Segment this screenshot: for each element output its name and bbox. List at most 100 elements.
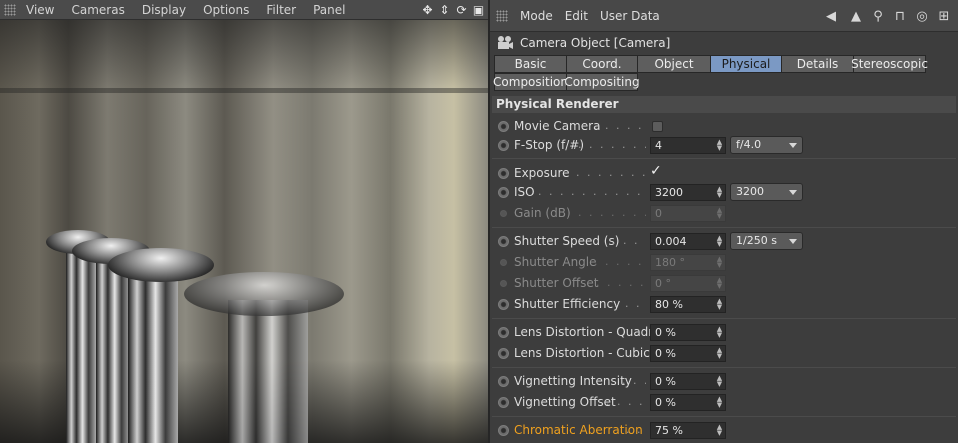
spinner-icon: ▲ ▼ [716,276,723,290]
tab-object[interactable]: Object [637,55,711,73]
animation-dot-icon[interactable] [498,236,509,247]
fstop-input[interactable]: 4 ▲ ▼ [650,137,726,154]
section-title: Physical Renderer [492,96,956,113]
param-shutter-speed: Shutter Speed (s) . . . . . . 0.004 ▲▼ 1/… [490,231,958,252]
rotate-icon[interactable]: ⟳ [454,2,469,17]
render-view[interactable] [0,20,488,443]
divider [492,416,956,417]
field-value: 0 % [655,326,676,339]
render-pin-head [108,248,214,282]
animation-dot-icon[interactable] [498,121,509,132]
new-panel-icon[interactable]: ⊞ [936,8,952,24]
lens-cubic-input[interactable]: 0 % ▲ ▼ [650,345,726,362]
movie-camera-checkbox[interactable] [652,121,663,132]
param-label: Exposure [514,166,570,180]
search-icon[interactable]: ⚲ [870,8,886,24]
shutter-efficiency-input[interactable]: 80 % ▲ ▼ [650,296,726,313]
leader-dots: . . . . . . . . . . . . . [578,206,646,219]
tab-details[interactable]: Details [781,55,854,73]
animation-dot-icon [500,259,507,266]
spinner-icon[interactable]: ▲ ▼ [716,375,723,388]
spinner-icon[interactable]: ▲ ▼ [716,424,723,437]
menu-cameras[interactable]: Cameras [71,3,124,17]
param-label: Chromatic Aberration [514,423,643,437]
leader-dots: . . . . . . . . . . . . . [578,138,646,151]
param-gain: Gain (dB) . . . . . . . . . . . . . 0 ▲▼ [490,203,958,224]
spinner-icon[interactable]: ▲ ▼ [716,235,723,248]
vignetting-offset-input[interactable]: 0 % ▲ ▼ [650,394,726,411]
chevron-down-icon [789,143,797,148]
animation-dot-icon[interactable] [498,425,509,436]
tab-basic[interactable]: Basic [494,55,567,73]
attribute-toolbar: ◀ ▲ ⚲ ⊓ ◎ ⊞ [820,8,952,24]
target-icon[interactable]: ◎ [914,8,930,24]
divider [492,367,956,368]
animation-dot-icon[interactable] [498,140,509,151]
leader-dots: . . . . . . . . . . . . . . . . . . . . … [538,185,646,198]
spinner-icon[interactable]: ▲ ▼ [716,139,723,152]
render-pin [128,266,178,443]
menu-panel[interactable]: Panel [313,3,345,17]
grip-icon[interactable] [4,3,16,16]
exposure-checkbox[interactable]: ✓ [650,163,662,179]
menu-edit[interactable]: Edit [565,9,588,23]
spinner-icon: ▲ ▼ [716,206,723,220]
shutter-speed-input[interactable]: 0.004 ▲ ▼ [650,233,726,250]
menu-mode[interactable]: Mode [520,9,553,23]
chromatic-aberration-input[interactable]: 75 % ▲ ▼ [650,422,726,439]
grip-icon[interactable] [496,9,508,22]
attribute-menubar: Mode Edit User Data ◀ ▲ ⚲ ⊓ ◎ ⊞ [490,0,958,32]
menu-filter[interactable]: Filter [266,3,296,17]
lock-icon[interactable]: ⊓ [892,8,908,24]
leader-dots: . . . . . . . . . . [594,255,646,268]
animation-dot-icon[interactable] [498,168,509,179]
maximize-icon[interactable]: ▣ [471,2,486,17]
zoom-icon[interactable]: ⇕ [437,2,452,17]
animation-dot-icon[interactable] [498,397,509,408]
tab-stereoscopic[interactable]: Stereoscopic [851,55,928,73]
spinner-icon[interactable]: ▲ ▼ [716,326,723,339]
render-pin-head [184,272,344,316]
menu-options[interactable]: Options [203,3,249,17]
up-arrow-icon[interactable]: ▲ [848,8,864,24]
menu-display[interactable]: Display [142,3,186,17]
spinner-icon[interactable]: ▲ ▼ [716,298,723,311]
param-label: Shutter Angle [514,255,597,269]
field-value: 180 ° [655,256,685,269]
vignetting-intensity-input[interactable]: 0 % ▲ ▼ [650,373,726,390]
param-label: Gain (dB) [514,206,571,220]
tab-compositing[interactable]: Compositing [564,73,640,91]
iso-input[interactable]: 3200 ▲ ▼ [650,184,726,201]
spinner-icon[interactable]: ▲ ▼ [716,347,723,360]
move-icon[interactable]: ✥ [420,2,435,17]
spinner-icon: ▲ ▼ [716,255,723,269]
animation-dot-icon[interactable] [498,327,509,338]
animation-dot-icon[interactable] [498,348,509,359]
field-value: 0 % [655,347,676,360]
divider [492,227,956,228]
fstop-preset-select[interactable]: f/4.0 [730,136,803,154]
animation-dot-icon[interactable] [498,299,509,310]
tab-composition[interactable]: Composition [493,73,568,91]
gain-input: 0 ▲ ▼ [650,205,726,222]
tab-bar: Basic Coord. Object Physical Details Ste… [493,55,954,91]
shutter-speed-preset-select[interactable]: 1/250 s [730,232,803,250]
tab-coord[interactable]: Coord. [566,55,638,73]
param-label: Vignetting Offset [514,395,616,409]
param-label: F-Stop (f/#) [514,138,585,152]
menu-user-data[interactable]: User Data [600,9,660,23]
leader-dots: . . . . . . . . . . [594,119,646,132]
iso-preset-select[interactable]: 3200 [730,183,803,201]
animation-dot-icon[interactable] [498,187,509,198]
menu-view[interactable]: View [26,3,54,17]
lens-quadratic-input[interactable]: 0 % ▲ ▼ [650,324,726,341]
back-arrow-icon[interactable]: ◀ [820,8,842,24]
leader-dots: . . . . . . . [606,395,646,408]
tab-physical[interactable]: Physical [710,55,782,73]
field-value: 0 % [655,375,676,388]
camera-icon [498,36,513,49]
animation-dot-icon[interactable] [498,376,509,387]
spinner-icon[interactable]: ▲ ▼ [716,396,723,409]
spinner-icon[interactable]: ▲ ▼ [716,186,723,199]
field-value: 0 % [655,396,676,409]
